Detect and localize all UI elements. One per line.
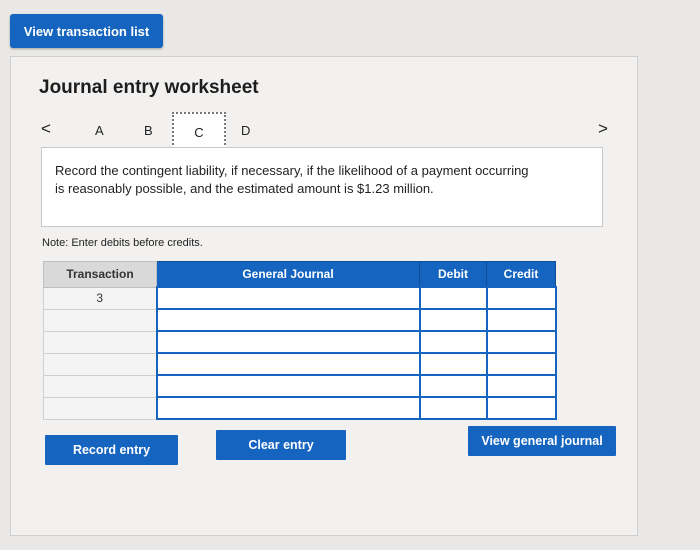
debit-input[interactable] <box>418 330 488 354</box>
general-journal-input[interactable] <box>155 374 421 398</box>
note-text: Note: Enter debits before credits. <box>42 237 203 249</box>
view-general-journal-button[interactable]: View general journal <box>468 426 616 456</box>
debit-input[interactable] <box>418 308 488 332</box>
tab-a[interactable]: A <box>95 123 104 138</box>
credit-input[interactable] <box>485 396 557 420</box>
credit-input[interactable] <box>485 308 557 332</box>
table-row <box>43 396 557 420</box>
page-title: Journal entry worksheet <box>39 77 259 98</box>
transaction-cell <box>43 352 157 376</box>
general-journal-input[interactable] <box>155 352 421 376</box>
table-row <box>43 374 557 398</box>
column-header-transaction: Transaction <box>43 261 157 288</box>
debit-input[interactable] <box>418 286 488 310</box>
general-journal-input[interactable] <box>155 286 421 310</box>
record-entry-button[interactable]: Record entry <box>45 435 178 465</box>
table-row: 3 <box>43 286 557 310</box>
transaction-cell <box>43 308 157 332</box>
journal-worksheet-panel: Journal entry worksheet < A B C D > Reco… <box>10 56 638 536</box>
column-header-general-journal: General Journal <box>156 261 420 288</box>
tab-b[interactable]: B <box>144 123 153 138</box>
column-header-credit: Credit <box>486 261 556 288</box>
column-header-debit: Debit <box>419 261 487 288</box>
credit-input[interactable] <box>485 352 557 376</box>
clear-entry-button[interactable]: Clear entry <box>216 430 346 460</box>
instruction-box: Record the contingent liability, if nece… <box>41 147 603 227</box>
table-row <box>43 352 557 376</box>
transaction-number: 3 <box>43 286 157 310</box>
debit-input[interactable] <box>418 396 488 420</box>
next-arrow-icon[interactable]: > <box>598 119 608 139</box>
credit-input[interactable] <box>485 286 557 310</box>
general-journal-input[interactable] <box>155 396 421 420</box>
tab-c-active[interactable]: C <box>172 112 226 152</box>
general-journal-input[interactable] <box>155 308 421 332</box>
credit-input[interactable] <box>485 330 557 354</box>
previous-arrow-icon[interactable]: < <box>41 119 51 139</box>
transaction-cell <box>43 396 157 420</box>
transaction-cell <box>43 374 157 398</box>
general-journal-input[interactable] <box>155 330 421 354</box>
view-transaction-list-button[interactable]: View transaction list <box>10 14 163 48</box>
debit-input[interactable] <box>418 352 488 376</box>
table-row <box>43 330 557 354</box>
credit-input[interactable] <box>485 374 557 398</box>
debit-input[interactable] <box>418 374 488 398</box>
journal-entry-table: Transaction General Journal Debit Credit… <box>43 261 557 420</box>
tab-d[interactable]: D <box>241 123 250 138</box>
transaction-cell <box>43 330 157 354</box>
table-row <box>43 308 557 332</box>
instruction-text: Record the contingent liability, if nece… <box>55 163 529 196</box>
